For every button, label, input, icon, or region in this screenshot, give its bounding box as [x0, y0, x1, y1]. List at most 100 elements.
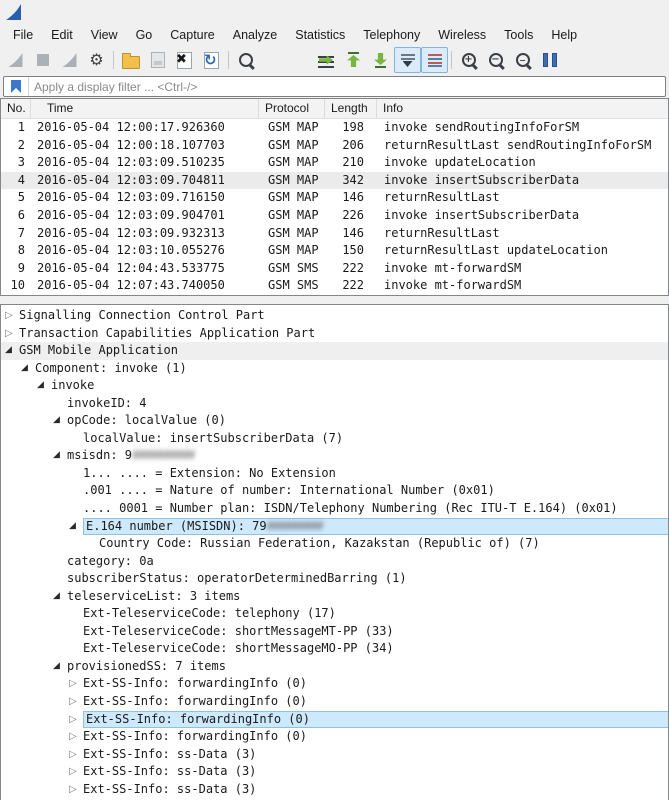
- tree-row[interactable]: ▷Ext-SS-Info: ss-Data (3): [1, 763, 668, 781]
- tree-row[interactable]: ◢GSM Mobile Application: [1, 342, 668, 360]
- open-file-button[interactable]: [117, 47, 144, 73]
- tree-row[interactable]: ▷Ext-SS-Info: forwardingInfo (0): [1, 675, 668, 693]
- tree-row-label: Ext-TeleserviceCode: telephony (17): [83, 605, 668, 623]
- colorize-button[interactable]: [421, 47, 448, 73]
- expander-closed-icon[interactable]: ▷: [69, 781, 83, 799]
- tree-row[interactable]: subscriberStatus: operatorDeterminedBarr…: [1, 570, 668, 588]
- tree-row[interactable]: Ext-TeleserviceCode: shortMessageMO-PP (…: [1, 640, 668, 658]
- expander-closed-icon[interactable]: ▷: [69, 763, 83, 781]
- tree-row[interactable]: ▷Ext-SS-Info: forwardingInfo (0): [1, 711, 668, 729]
- tree-row[interactable]: ▷Ext-SS-Info: forwardingInfo (0): [1, 728, 668, 746]
- find-packet-button[interactable]: [232, 47, 259, 73]
- expander-closed-icon[interactable]: ▷: [69, 711, 83, 729]
- packet-length: 198: [325, 119, 377, 137]
- tree-row[interactable]: ◢provisionedSS: 7 items: [1, 658, 668, 676]
- tree-row[interactable]: ◢opCode: localValue (0): [1, 412, 668, 430]
- packet-row-6[interactable]: 62016-05-04 12:03:09.904701GSM MAP226inv…: [1, 207, 668, 225]
- tree-row[interactable]: ◢E.164 number (MSISDN): 79#########: [1, 518, 668, 536]
- tree-row[interactable]: ◢teleserviceList: 3 items: [1, 588, 668, 606]
- packet-row-4[interactable]: 42016-05-04 12:03:09.704811GSM MAP342inv…: [1, 172, 668, 190]
- column-header-time[interactable]: Time: [31, 99, 259, 118]
- packet-row-2[interactable]: 22016-05-04 12:00:18.107703GSM MAP206ret…: [1, 137, 668, 155]
- tree-row[interactable]: Country Code: Russian Federation, Kazaks…: [1, 535, 668, 553]
- tree-row-label: Ext-TeleserviceCode: shortMessageMT-PP (…: [83, 623, 668, 641]
- column-header-info[interactable]: Info: [377, 99, 668, 118]
- display-filter-input[interactable]: Apply a display filter ... <Ctrl-/>: [3, 76, 666, 97]
- menu-view[interactable]: View: [82, 26, 127, 44]
- expander-closed-icon[interactable]: ▷: [69, 728, 83, 746]
- go-forward-button[interactable]: [286, 47, 313, 73]
- expander-closed-icon[interactable]: ▷: [69, 675, 83, 693]
- toolbar-separator: [451, 51, 452, 69]
- tree-row[interactable]: ◢msisdn: 9##########: [1, 447, 668, 465]
- tree-row[interactable]: ◢invoke: [1, 377, 668, 395]
- pane-splitter[interactable]: [0, 296, 669, 304]
- resize-columns-button[interactable]: [536, 47, 563, 73]
- column-header-protocol[interactable]: Protocol: [259, 99, 325, 118]
- zoom-in-button[interactable]: [455, 47, 482, 73]
- packet-row-5[interactable]: 52016-05-04 12:03:09.716150GSM MAP146ret…: [1, 189, 668, 207]
- column-header-length[interactable]: Length: [325, 99, 377, 118]
- tree-row[interactable]: localValue: insertSubscriberData (7): [1, 430, 668, 448]
- menu-edit[interactable]: Edit: [42, 26, 82, 44]
- menu-analyze[interactable]: Analyze: [224, 26, 286, 44]
- packet-row-10[interactable]: 102016-05-04 12:07:43.740050GSM SMS222in…: [1, 277, 668, 295]
- expander-open-icon[interactable]: ◢: [37, 377, 51, 395]
- go-first-button[interactable]: [340, 47, 367, 73]
- packet-row-8[interactable]: 82016-05-04 12:03:10.055276GSM MAP150ret…: [1, 242, 668, 260]
- tree-row[interactable]: ◢Component: invoke (1): [1, 360, 668, 378]
- menu-telephony[interactable]: Telephony: [354, 26, 429, 44]
- menu-statistics[interactable]: Statistics: [286, 26, 354, 44]
- expander-open-icon[interactable]: ◢: [53, 447, 67, 465]
- menu-capture[interactable]: Capture: [161, 26, 223, 44]
- expander-open-icon[interactable]: ◢: [69, 518, 83, 536]
- go-back-button[interactable]: [259, 47, 286, 73]
- zoom-orig-button[interactable]: [509, 47, 536, 73]
- tree-row[interactable]: .001 .... = Nature of number: Internatio…: [1, 482, 668, 500]
- expander-open-icon[interactable]: ◢: [53, 412, 67, 430]
- tree-row[interactable]: ▷Ext-SS-Info: ss-Data (3): [1, 746, 668, 764]
- packet-row-1[interactable]: 12016-05-04 12:00:17.926360GSM MAP198inv…: [1, 119, 668, 137]
- menu-wireless[interactable]: Wireless: [429, 26, 495, 44]
- auto-scroll-button[interactable]: [394, 47, 421, 73]
- tree-row[interactable]: Ext-TeleserviceCode: telephony (17): [1, 605, 668, 623]
- close-file-button[interactable]: [171, 47, 198, 73]
- expander-closed-icon[interactable]: ▷: [69, 746, 83, 764]
- go-last-button[interactable]: [367, 47, 394, 73]
- arrow-first-icon: [347, 52, 360, 68]
- packet-row-9[interactable]: 92016-05-04 12:04:43.533775GSM SMS222inv…: [1, 260, 668, 278]
- filter-bookmark-button[interactable]: [4, 77, 29, 96]
- tree-row[interactable]: Ext-TeleserviceCode: shortMessageMT-PP (…: [1, 623, 668, 641]
- packet-row-3[interactable]: 32016-05-04 12:03:09.510235GSM MAP210inv…: [1, 154, 668, 172]
- tree-row[interactable]: category: 0a: [1, 553, 668, 571]
- expander-open-icon[interactable]: ◢: [53, 588, 67, 606]
- tree-row[interactable]: 1... .... = Extension: No Extension: [1, 465, 668, 483]
- reload-file-button[interactable]: [198, 47, 225, 73]
- column-header-no[interactable]: No.: [1, 99, 31, 118]
- expander-closed-icon[interactable]: ▷: [5, 325, 19, 343]
- bookmark-icon: [11, 80, 21, 93]
- go-to-packet-button[interactable]: [313, 47, 340, 73]
- tree-row[interactable]: .... 0001 = Number plan: ISDN/Telephony …: [1, 500, 668, 518]
- menu-tools[interactable]: Tools: [495, 26, 542, 44]
- packet-row-7[interactable]: 72016-05-04 12:03:09.932313GSM MAP146ret…: [1, 225, 668, 243]
- expander-closed-icon[interactable]: ▷: [69, 693, 83, 711]
- expander-closed-icon[interactable]: ▷: [5, 307, 19, 325]
- tree-row-label: Component: invoke (1): [35, 360, 668, 378]
- zoom-out-button[interactable]: [482, 47, 509, 73]
- capture-options-button[interactable]: [83, 47, 110, 73]
- expander-open-icon[interactable]: ◢: [53, 658, 67, 676]
- expander-open-icon[interactable]: ◢: [5, 342, 19, 360]
- tree-row[interactable]: ▷Ext-SS-Info: ss-Data (3): [1, 781, 668, 799]
- expander-spacer: [69, 465, 83, 483]
- zoom-orig-icon: [516, 53, 530, 67]
- menu-help[interactable]: Help: [542, 26, 586, 44]
- tree-row[interactable]: ▷Transaction Capabilities Application Pa…: [1, 325, 668, 343]
- menu-go[interactable]: Go: [127, 26, 162, 44]
- menu-file[interactable]: File: [4, 26, 42, 44]
- tree-row[interactable]: invokeID: 4: [1, 395, 668, 413]
- tree-row[interactable]: ▷Signalling Connection Control Part: [1, 307, 668, 325]
- tree-row[interactable]: ▷Ext-SS-Info: forwardingInfo (0): [1, 693, 668, 711]
- packet-no: 7: [1, 225, 31, 243]
- expander-open-icon[interactable]: ◢: [21, 360, 35, 378]
